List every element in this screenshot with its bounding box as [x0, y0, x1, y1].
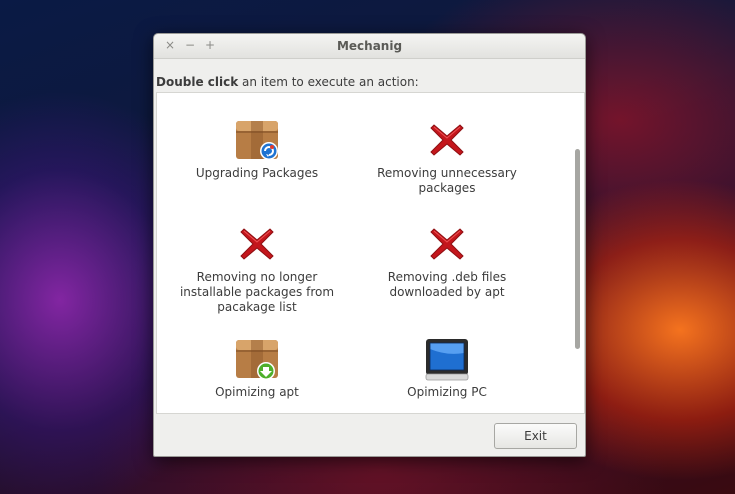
- item-label: Opimizing PC: [407, 385, 487, 399]
- title-bar[interactable]: × − + Mechanig: [154, 34, 585, 59]
- item-label: Opimizing apt: [215, 385, 299, 399]
- package-upgrade-icon: [234, 117, 280, 163]
- item-label: Removing .deb files downloaded by apt: [387, 270, 507, 299]
- item-label: Upgrading Packages: [195, 166, 319, 180]
- item-label: Removing unnecessary packages: [377, 166, 517, 195]
- mechanig-window: × − + Mechanig Double click an item to e…: [153, 33, 586, 457]
- actions-panel: Upgrading Packages Removing unnecessary …: [156, 92, 585, 414]
- red-x-icon: [234, 221, 280, 267]
- instruction-bold: Double click: [156, 75, 239, 89]
- vertical-scrollbar[interactable]: [575, 149, 580, 349]
- instruction-rest: an item to execute an action:: [238, 75, 419, 89]
- action-removing-no-longer-installable[interactable]: Removing no longer installable packages …: [177, 221, 337, 315]
- item-label: Removing no longer installable packages …: [179, 270, 335, 314]
- monitor-icon: [424, 336, 470, 382]
- window-title: Mechanig: [336, 39, 403, 53]
- exit-button[interactable]: Exit: [494, 423, 577, 449]
- red-x-icon: [424, 221, 470, 267]
- action-opimizing-pc[interactable]: Opimizing PC: [367, 336, 527, 400]
- action-opimizing-apt[interactable]: Opimizing apt: [177, 336, 337, 400]
- action-removing-unnecessary-packages[interactable]: Removing unnecessary packages: [367, 117, 527, 196]
- package-download-icon: [234, 336, 280, 382]
- action-removing-deb-files[interactable]: Removing .deb files downloaded by apt: [367, 221, 527, 300]
- red-x-icon: [424, 117, 470, 163]
- instruction-text: Double click an item to execute an actio…: [156, 75, 419, 89]
- action-upgrading-packages[interactable]: Upgrading Packages: [177, 117, 337, 181]
